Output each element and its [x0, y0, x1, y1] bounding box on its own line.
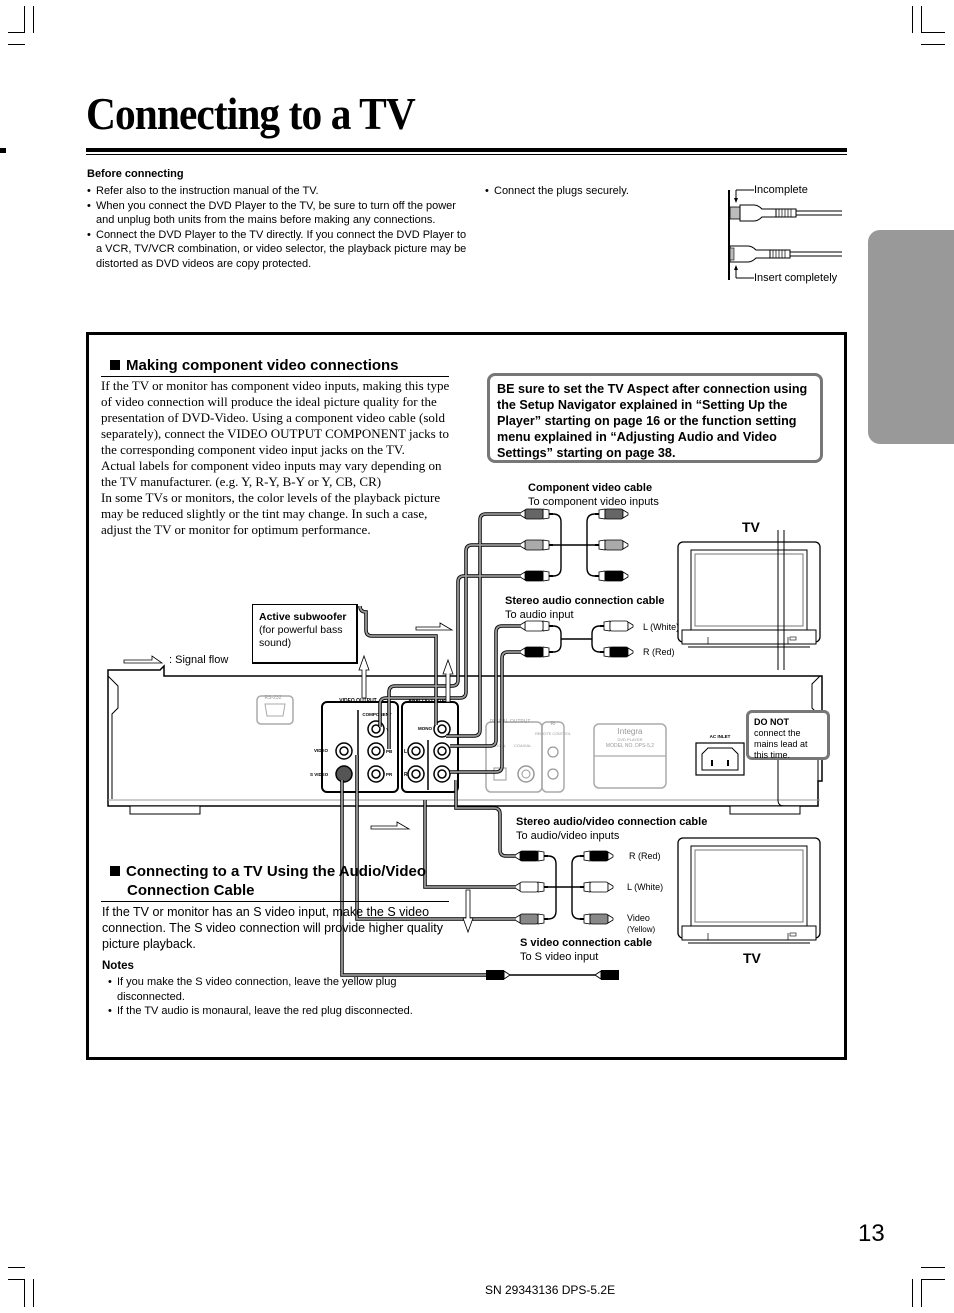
subwoofer-box: Active subwoofer (for powerful bass soun…	[252, 604, 358, 664]
stereo-right-label: R (Red)	[643, 647, 675, 657]
stereo-audio-cable	[519, 620, 634, 658]
svideo-cable	[486, 970, 619, 980]
crop-mark	[921, 1279, 945, 1280]
model-label: MODEL NO. DPS-5.2	[606, 743, 654, 749]
subwoofer-title: Active subwoofer	[259, 611, 347, 623]
list-item: Refer also to the instruction manual of …	[87, 184, 467, 199]
crop-mark	[8, 32, 25, 33]
stereo-cable-subtitle: To audio input	[505, 609, 574, 621]
signal-flow-legend-arrow	[123, 655, 164, 664]
crop-mark	[921, 44, 945, 45]
title-rule-thin	[86, 154, 847, 155]
before-connecting-list: Refer also to the instruction manual of …	[87, 184, 467, 271]
page-number: 13	[858, 1220, 885, 1247]
av-section-heading: Connecting to a TV Using the Audio/Video…	[110, 862, 460, 900]
ac-inlet-label: AC INLET	[710, 734, 731, 739]
plug-label-incomplete: Incomplete	[754, 184, 808, 196]
do-not-connect-note: DO NOT connect the mains lead at this ti…	[746, 710, 830, 760]
crop-mark	[921, 1279, 922, 1307]
svideo-cable-subtitle: To S video input	[520, 951, 599, 963]
tv-illustration-top	[677, 541, 821, 648]
r-label: R	[404, 772, 408, 778]
plug-label-complete: Insert completely	[754, 272, 838, 284]
av-cable-title: Stereo audio/video connection cable	[516, 816, 708, 828]
page-title: Connecting to a TV	[86, 89, 416, 139]
ri-label: RI	[551, 721, 556, 727]
av-right-label: R (Red)	[629, 851, 661, 861]
chapter-tab	[868, 230, 954, 444]
crop-mark	[33, 6, 34, 33]
av-video-color-label: (Yellow)	[627, 925, 656, 934]
crop-mark	[912, 1279, 913, 1307]
crop-mark	[8, 1279, 25, 1280]
crop-mark	[8, 1267, 25, 1268]
crop-mark	[8, 44, 25, 45]
stereo-left-label: L (White)	[643, 622, 680, 632]
crop-mark	[912, 6, 913, 33]
brand-label: Integra	[618, 727, 643, 736]
coaxial-label: COAXIAL	[514, 743, 532, 748]
component-cable-title: Component video cable	[528, 482, 653, 494]
list-item: Connect the plugs securely.	[485, 184, 629, 199]
pr-jack-label: PR	[386, 772, 393, 777]
crop-mark	[33, 1279, 34, 1307]
crop-mark	[921, 1267, 945, 1268]
remote-control-label: REMOTE CONTROL	[535, 732, 571, 736]
title-rule-thick	[86, 148, 847, 152]
crop-mark	[921, 32, 945, 33]
av-cable-subtitle: To audio/video inputs	[516, 830, 620, 842]
svideo-jack-label: S VIDEO	[310, 772, 329, 777]
subwoofer-desc: (for powerful bass sound)	[259, 624, 343, 649]
square-bullet-icon	[110, 866, 120, 876]
video-output-label: VIDEO OUTPUT	[339, 698, 377, 704]
before-connecting-heading: Before connecting	[87, 168, 184, 180]
crop-mark	[24, 1279, 25, 1307]
connection-diagram: RS-232 VIDEO OUTPUT COMPONENT VIDEO S VI…	[107, 508, 823, 980]
list-item: If the TV audio is monaural, leave the r…	[108, 1004, 453, 1019]
video-jack-label: VIDEO	[314, 748, 329, 753]
heading-rule	[101, 376, 449, 377]
crop-mark	[24, 6, 25, 33]
component-section-heading: Making component video connections	[110, 356, 399, 375]
side-mark	[0, 148, 6, 153]
component-cable-subtitle: To component video inputs	[528, 496, 659, 508]
av-video-label: Video	[627, 913, 650, 923]
pb-jack-label: PB	[386, 749, 393, 754]
av-section-body: If the TV or monitor has an S video inpu…	[102, 905, 443, 951]
footer-code: SN 29343136 DPS-5.2E	[485, 1283, 616, 1297]
notes-list: If you make the S video connection, leav…	[108, 975, 453, 1019]
tv-label-top: TV	[742, 519, 760, 535]
square-bullet-icon	[110, 360, 120, 370]
mono-label: MONO	[418, 726, 432, 731]
tv-illustration-bottom	[677, 837, 821, 944]
crop-mark	[921, 6, 922, 33]
notes-heading: Notes	[102, 960, 134, 972]
product-label: DVD PLAYER	[617, 737, 642, 742]
tv-aspect-note: BE sure to set the TV Aspect after conne…	[487, 373, 823, 463]
svideo-cable-title: S video connection cable	[520, 937, 653, 949]
list-item: If you make the S video connection, leav…	[108, 975, 453, 1004]
signal-flow-legend: : Signal flow	[169, 654, 229, 666]
tv-label-bottom: TV	[743, 950, 761, 966]
plugs-note: Connect the plugs securely.	[485, 184, 629, 199]
av-cable	[514, 850, 614, 925]
l-label: L	[404, 749, 407, 755]
list-item: When you connect the DVD Player to the T…	[87, 199, 467, 228]
list-item: Connect the DVD Player to the TV directl…	[87, 228, 467, 272]
heading-rule	[101, 901, 449, 902]
component-cable	[519, 508, 629, 582]
rs232-label: RS-232	[265, 695, 282, 701]
stereo-cable-title: Stereo audio connection cable	[505, 595, 665, 607]
av-left-label: L (White)	[627, 882, 664, 892]
